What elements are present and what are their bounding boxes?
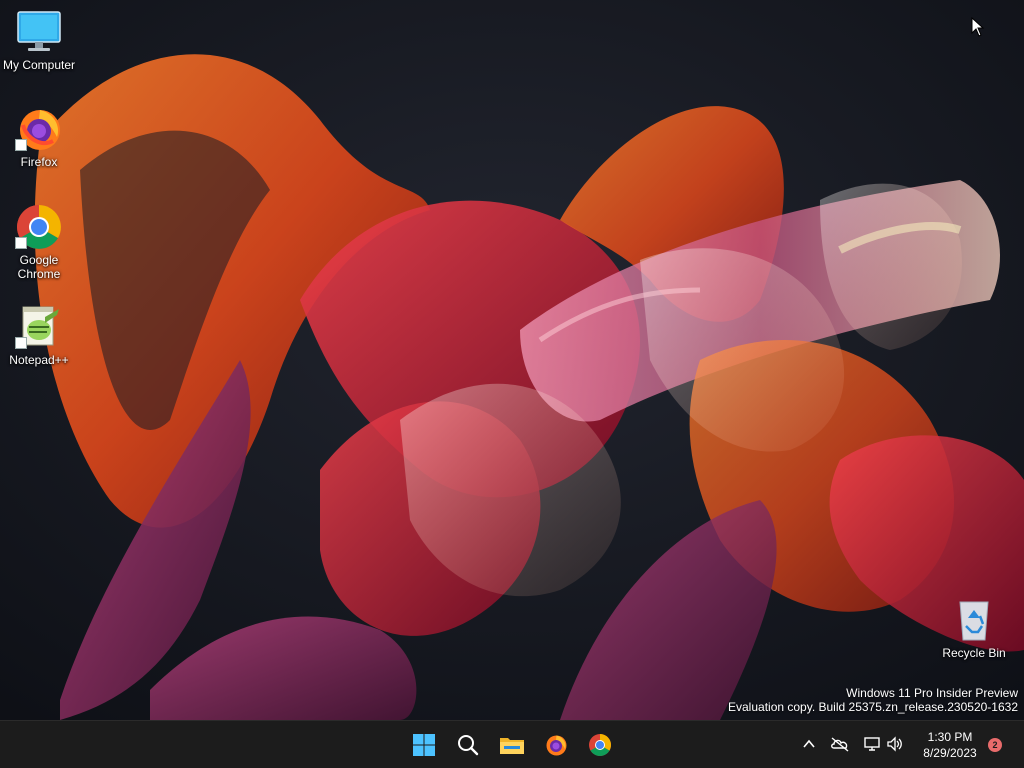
desktop[interactable]: My Computer Firefox Google Chrome Notepa…	[0, 0, 1024, 720]
clock-time: 1:30 PM	[927, 730, 973, 744]
taskbar: 1:30 PM 8/29/2023 2	[0, 720, 1024, 768]
start-button[interactable]	[406, 727, 442, 763]
desktop-icon-firefox[interactable]: Firefox	[1, 105, 77, 169]
desktop-icon-label: Recycle Bin	[942, 646, 1006, 660]
desktop-icon-label: Firefox	[20, 155, 58, 169]
wallpaper-image	[0, 0, 1024, 720]
shortcut-arrow-icon	[15, 139, 27, 151]
windows-logo-icon	[413, 734, 435, 756]
desktop-icon-recycle-bin[interactable]: Recycle Bin	[936, 596, 1012, 660]
watermark-line-1: Windows 11 Pro Insider Preview	[846, 686, 1018, 700]
file-explorer-button[interactable]	[494, 727, 530, 763]
firefox-icon	[546, 735, 567, 756]
firefox-icon	[15, 105, 63, 153]
recycle-bin-icon	[950, 596, 998, 644]
notepad-plus-plus-icon	[15, 303, 63, 351]
notification-badge[interactable]: 2	[988, 738, 1002, 752]
search-button[interactable]	[450, 727, 486, 763]
shortcut-arrow-icon	[15, 337, 27, 349]
chrome-icon	[589, 734, 611, 756]
file-explorer-icon	[500, 738, 524, 754]
desktop-icon-label: Notepad++	[9, 353, 69, 367]
search-icon	[458, 735, 479, 756]
watermark-line-2: Evaluation copy. Build 25375.zn_release.…	[728, 700, 1018, 714]
chrome-taskbar-button[interactable]	[582, 727, 618, 763]
shortcut-arrow-icon	[15, 237, 27, 249]
onedrive-tray-button[interactable]	[829, 733, 851, 755]
evaluation-watermark: Windows 11 Pro Insider Preview Evaluatio…	[728, 686, 1018, 714]
chevron-up-icon	[803, 739, 815, 748]
clock-button[interactable]: 1:30 PM 8/29/2023	[912, 729, 988, 761]
network-icon	[864, 737, 880, 751]
chrome-icon	[15, 203, 63, 251]
monitor-icon	[15, 8, 63, 56]
volume-tray-button[interactable]	[884, 733, 906, 755]
volume-icon	[887, 736, 902, 752]
mouse-cursor-icon	[971, 17, 985, 37]
desktop-icon-my-computer[interactable]: My Computer	[1, 8, 77, 72]
show-hidden-icons-button[interactable]	[798, 733, 820, 755]
clock-date: 8/29/2023	[923, 746, 977, 760]
desktop-icon-label: Google Chrome	[17, 253, 61, 281]
onedrive-icon	[831, 737, 849, 752]
network-tray-button[interactable]	[861, 733, 883, 755]
desktop-icon-google-chrome[interactable]: Google Chrome	[1, 203, 77, 281]
firefox-taskbar-button[interactable]	[538, 727, 574, 763]
desktop-icon-label: My Computer	[2, 58, 76, 72]
desktop-icon-notepad-plus-plus[interactable]: Notepad++	[1, 303, 77, 367]
